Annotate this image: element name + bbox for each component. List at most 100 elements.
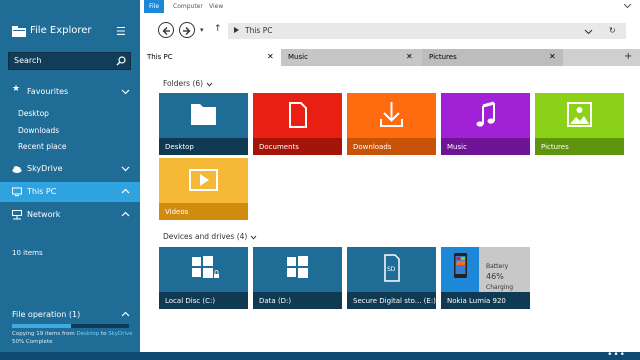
folder-tile-music[interactable]: Music — [441, 93, 530, 155]
arrow-right-icon — [183, 27, 191, 35]
file-operation-title: File operation (1) — [12, 310, 81, 319]
source-link[interactable]: Desktop — [77, 331, 100, 337]
address-bar[interactable]: This PC ↻ — [228, 23, 626, 39]
close-icon[interactable]: ✕ — [406, 52, 413, 61]
more-options-icon[interactable]: ••• — [607, 350, 626, 360]
battery-label: Battery — [486, 263, 509, 270]
chevron-down-icon[interactable] — [121, 87, 130, 96]
navigation-bar: ▾ ↑ This PC ↻ — [140, 19, 640, 47]
sidebar-item-desktop[interactable]: Desktop — [18, 109, 49, 118]
app-bar — [0, 352, 640, 360]
phone-preview — [441, 247, 479, 292]
chevron-down-icon — [206, 82, 213, 87]
tab-this-pc[interactable]: This PC ✕ — [140, 49, 281, 66]
download-icon — [380, 102, 403, 127]
content-tabs: This PC ✕ Music ✕ Pictures ✕ + — [140, 49, 640, 66]
app-title: File Explorer — [30, 25, 92, 36]
folder-icon — [191, 104, 216, 125]
search-input[interactable]: Search — [8, 52, 131, 70]
sidebar-item-favourites[interactable]: ★ Favourites — [0, 82, 140, 102]
tab-file[interactable]: File — [144, 0, 165, 13]
sidebar-item-label: Network — [27, 210, 61, 219]
sidebar-item-network[interactable]: Network — [0, 205, 140, 225]
search-placeholder: Search — [14, 56, 42, 65]
tile-label: Music — [441, 138, 530, 155]
hamburger-icon[interactable]: ☰ — [116, 25, 126, 38]
devices-header-label: Devices and drives (4) — [163, 232, 248, 241]
drive-tile-data-d[interactable]: Data (D:) — [253, 247, 342, 309]
tab-view[interactable]: View — [204, 2, 228, 12]
history-dropdown-icon[interactable]: ▾ — [200, 26, 204, 34]
tile-label: Local Disc (C:) — [159, 292, 248, 309]
close-icon[interactable]: ✕ — [267, 52, 274, 61]
up-arrow-icon[interactable]: ↑ — [214, 24, 222, 34]
add-tab-icon[interactable]: + — [624, 51, 632, 62]
file-operation-detail: Copying 19 items from Desktop to SkyDriv… — [12, 331, 133, 337]
drive-tile-local-disc-c[interactable]: Local Disc (C:) — [159, 247, 248, 309]
video-icon — [189, 169, 218, 191]
chevron-up-icon[interactable] — [121, 187, 130, 196]
tile-label: Videos — [159, 203, 248, 220]
sidebar-item-label: Favourites — [27, 87, 69, 96]
sidebar-item-this-pc[interactable]: This PC — [0, 182, 140, 202]
chevron-down-icon[interactable] — [121, 164, 130, 173]
sd-card-label: SD — [387, 266, 396, 273]
network-icon — [12, 210, 22, 220]
windows-drive-icon — [287, 256, 308, 278]
copy-progress-bar — [12, 324, 129, 328]
folder-tile-desktop[interactable]: Desktop — [159, 93, 248, 155]
folder-tile-videos[interactable]: Videos — [159, 158, 248, 220]
chevron-down-icon — [250, 235, 257, 240]
folder-tile-downloads[interactable]: Downloads — [347, 93, 436, 155]
destination-link[interactable]: SkyDrive — [108, 331, 132, 337]
tile-label: Downloads — [347, 138, 436, 155]
sidebar-item-skydrive[interactable]: SkyDrive — [0, 159, 140, 179]
copy-progress-fill — [12, 324, 71, 328]
folder-tile-documents[interactable]: Documents — [253, 93, 342, 155]
device-tile-nokia-lumia-920[interactable]: Battery 46% Charging Nokia Lumia 920 — [441, 247, 530, 309]
folder-stack-icon — [12, 26, 26, 37]
tile-label: Desktop — [159, 138, 248, 155]
sidebar-item-recent-place[interactable]: Recent place — [18, 142, 66, 151]
close-icon[interactable]: ✕ — [549, 52, 556, 61]
refresh-icon[interactable]: ↻ — [609, 26, 616, 35]
devices-header[interactable]: Devices and drives (4) — [163, 232, 257, 241]
tab-pictures[interactable]: Pictures ✕ — [422, 49, 563, 66]
arrow-left-icon — [162, 27, 170, 35]
computer-icon — [12, 187, 22, 197]
tile-label: Data (D:) — [253, 292, 342, 309]
copy-text: Copying 19 items from — [12, 331, 77, 337]
forward-button[interactable] — [179, 22, 195, 38]
search-icon[interactable] — [116, 56, 126, 66]
copy-text-to: to — [99, 331, 109, 337]
star-icon: ★ — [12, 84, 21, 94]
chevron-up-icon[interactable] — [121, 310, 130, 319]
music-note-icon — [476, 101, 495, 127]
tab-music[interactable]: Music ✕ — [281, 49, 422, 66]
items-count: 10 items — [12, 249, 43, 257]
tile-label: Secure Digital sto... (E:) — [347, 292, 436, 309]
app-header: File Explorer ☰ — [0, 0, 140, 48]
chevron-down-icon[interactable] — [623, 1, 632, 10]
cloud-icon — [12, 166, 22, 173]
tab-label: Music — [288, 53, 308, 61]
breadcrumb-arrow-icon — [234, 27, 239, 33]
folders-header-label: Folders (6) — [163, 79, 204, 88]
tab-computer[interactable]: Computer — [168, 2, 208, 12]
chevron-down-icon[interactable] — [584, 27, 593, 36]
drive-tile-secure-digital-e[interactable]: SD Secure Digital sto... (E:) — [347, 247, 436, 309]
chevron-up-icon[interactable] — [121, 210, 130, 219]
folder-tile-pictures[interactable]: Pictures — [535, 93, 624, 155]
windows-drive-icon — [192, 256, 219, 278]
tab-label: Pictures — [429, 53, 457, 61]
battery-percent: 46% — [486, 272, 504, 281]
battery-status: Charging — [486, 284, 514, 291]
file-operation-percent: 50% Complete — [12, 339, 53, 345]
tile-label: Pictures — [535, 138, 624, 155]
picture-icon — [567, 102, 592, 127]
sidebar-item-downloads[interactable]: Downloads — [18, 126, 59, 135]
ribbon-tabs: File Computer View — [140, 0, 640, 13]
battery-info: Battery 46% Charging — [486, 262, 530, 292]
back-button[interactable] — [158, 22, 174, 38]
folders-header[interactable]: Folders (6) — [163, 79, 213, 88]
